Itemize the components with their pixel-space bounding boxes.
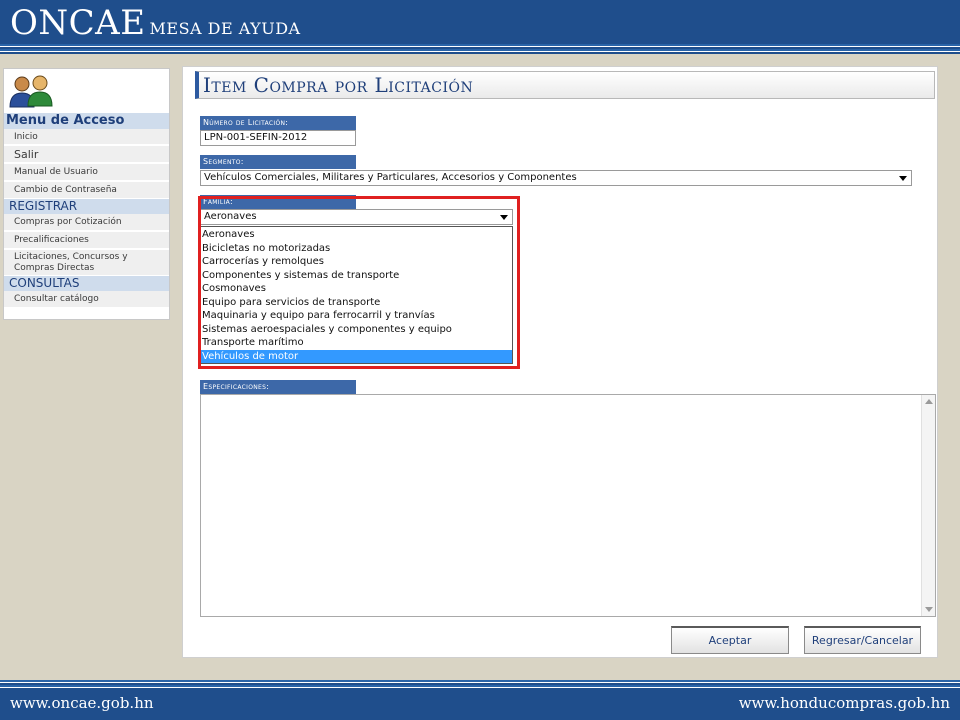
highlight-annotation — [198, 196, 520, 369]
brand-name: ONCAE — [10, 3, 146, 43]
consultas-title: CONSULTAS — [4, 276, 169, 291]
especificaciones-label: Especificaciones: — [200, 380, 356, 394]
menu-item-manual[interactable]: Manual de Usuario — [4, 164, 169, 181]
brand-subtitle: MESA DE AYUDA — [149, 19, 301, 38]
scroll-down-icon[interactable] — [925, 607, 933, 612]
licitacion-label: Número de Licitación: — [200, 116, 356, 130]
menu-item-precalificaciones[interactable]: Precalificaciones — [4, 232, 169, 249]
menu-item-licitaciones[interactable]: Licitaciones, Concursos y Compras Direct… — [4, 250, 169, 276]
textarea-scrollbar[interactable] — [921, 395, 935, 616]
menu-item-salir[interactable]: Salir — [4, 146, 169, 163]
menu-title: Menu de Acceso — [4, 113, 169, 129]
accept-button[interactable]: Aceptar — [671, 626, 789, 654]
brand-logo: ONCAE MESA DE AYUDA — [10, 3, 301, 43]
menu-item-inicio[interactable]: Inicio — [4, 129, 169, 145]
cancel-button[interactable]: Regresar/Cancelar — [804, 626, 921, 654]
segmento-value: Vehículos Comerciales, Militares y Parti… — [204, 172, 577, 183]
segmento-label: Segmento: — [200, 155, 356, 169]
menu-item-consultar-catalogo[interactable]: Consultar catálogo — [4, 291, 169, 308]
especificaciones-textarea[interactable] — [200, 394, 936, 617]
users-icon — [9, 75, 53, 108]
menu-item-cambio-contrasena[interactable]: Cambio de Contraseña — [4, 182, 169, 199]
page-title: Item Compra por Licitación — [203, 73, 474, 97]
footer-stripe — [0, 680, 960, 690]
registrar-title: REGISTRAR — [4, 199, 169, 214]
scroll-up-icon[interactable] — [925, 399, 933, 404]
chevron-down-icon[interactable] — [899, 176, 907, 181]
header-stripe — [0, 44, 960, 54]
licitacion-field[interactable]: LPN-001-SEFIN-2012 — [200, 130, 356, 146]
footer-url-left[interactable]: www.oncae.gob.hn — [10, 694, 154, 712]
segmento-select[interactable]: Vehículos Comerciales, Militares y Parti… — [200, 170, 912, 186]
title-bar: Item Compra por Licitación — [195, 71, 935, 99]
menu-item-compras-cotizacion[interactable]: Compras por Cotización — [4, 214, 169, 231]
sidebar: Menu de Acceso Inicio Salir Manual de Us… — [3, 68, 170, 320]
footer-url-right[interactable]: www.honducompras.gob.hn — [739, 694, 950, 712]
